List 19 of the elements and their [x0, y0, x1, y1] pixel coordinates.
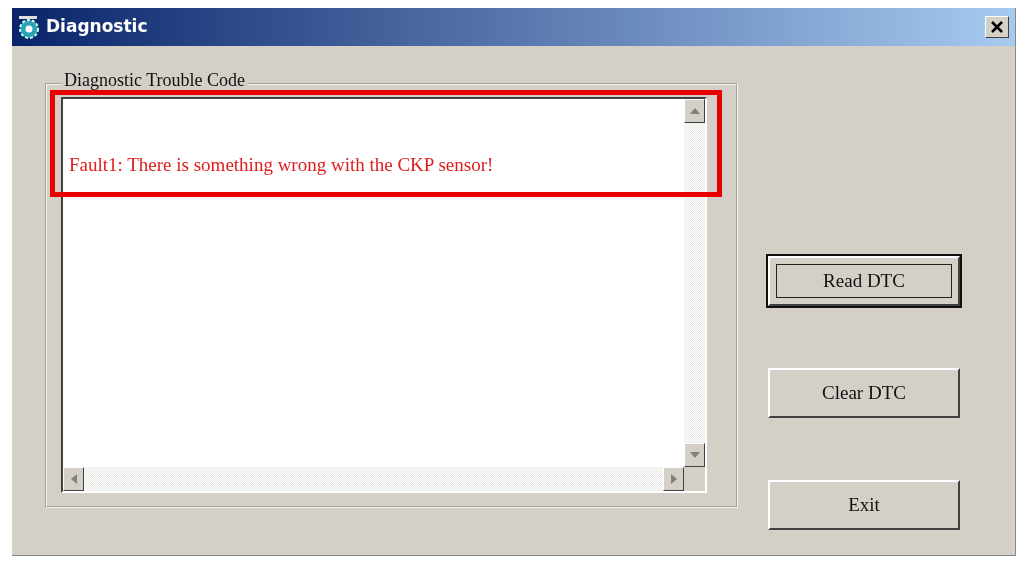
- gear-icon: [16, 14, 42, 40]
- window-title: Diagnostic: [46, 15, 148, 39]
- action-button[interactable]: Clear DTC: [768, 368, 960, 418]
- close-button[interactable]: [985, 16, 1009, 38]
- group-label: Diagnostic Trouble Code: [61, 70, 248, 90]
- close-icon: [990, 20, 1004, 34]
- action-button[interactable]: Read DTC: [768, 256, 960, 306]
- text-area[interactable]: Fault1: There is something wrong with the CKP sensor!: [61, 97, 707, 493]
- right-arrow-icon: [670, 474, 677, 484]
- left-arrow-icon: [70, 474, 77, 484]
- scrollbar-corner: [684, 467, 705, 491]
- down-arrow-icon: [689, 452, 700, 458]
- scroll-down-button[interactable]: [684, 443, 705, 467]
- up-arrow-icon: [689, 108, 700, 114]
- scroll-up-button[interactable]: [684, 99, 705, 123]
- scroll-left-button[interactable]: [63, 467, 84, 491]
- scroll-right-button[interactable]: [663, 467, 684, 491]
- action-button[interactable]: Exit: [768, 480, 960, 530]
- fault-message: Fault1: There is something wrong with the CKP sensor!: [69, 153, 494, 177]
